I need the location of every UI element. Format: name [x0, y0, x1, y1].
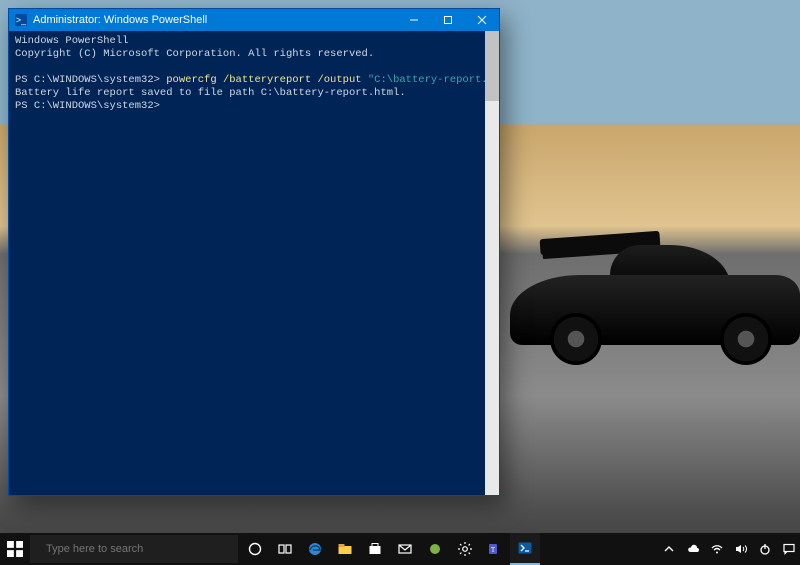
tray-chevron-icon[interactable]: [662, 542, 676, 556]
taskbar-search[interactable]: [30, 535, 238, 563]
store-button[interactable]: [360, 533, 390, 565]
maximize-button[interactable]: [431, 9, 465, 31]
terminal-line: Copyright (C) Microsoft Corporation. All…: [15, 48, 374, 60]
minimize-button[interactable]: [397, 9, 431, 31]
edge-button[interactable]: [300, 533, 330, 565]
terminal-command: powercfg /batteryreport /output: [166, 74, 368, 86]
terminal-line: Windows PowerShell: [15, 35, 128, 47]
wifi-icon[interactable]: [710, 542, 724, 556]
window-title: Administrator: Windows PowerShell: [33, 14, 207, 26]
search-input[interactable]: [46, 543, 230, 555]
teams-button[interactable]: T: [480, 533, 510, 565]
onedrive-icon[interactable]: [686, 542, 700, 556]
start-button[interactable]: [0, 533, 30, 565]
svg-text:T: T: [491, 546, 496, 554]
terminal-body[interactable]: Windows PowerShell Copyright (C) Microso…: [9, 31, 499, 495]
volume-icon[interactable]: [734, 542, 748, 556]
task-view-button[interactable]: [270, 533, 300, 565]
terminal-output: Battery life report saved to file path C…: [15, 87, 406, 99]
powershell-icon: >_: [15, 14, 27, 26]
mail-button[interactable]: [390, 533, 420, 565]
wallpaper-car: [470, 195, 800, 405]
terminal-prompt: PS C:\WINDOWS\system32>: [15, 74, 166, 86]
scrollbar-thumb[interactable]: [485, 31, 499, 101]
terminal-prompt: PS C:\WINDOWS\system32>: [15, 100, 160, 112]
settings-button[interactable]: [450, 533, 480, 565]
taskbar-pinned: T: [240, 533, 540, 565]
powershell-window[interactable]: >_ Administrator: Windows PowerShell Win…: [8, 8, 500, 496]
file-explorer-button[interactable]: [330, 533, 360, 565]
taskbar: T: [0, 533, 800, 565]
terminal-arg: "C:\battery-report.html": [368, 74, 499, 86]
scrollbar-track[interactable]: [485, 31, 499, 495]
power-icon[interactable]: [758, 542, 772, 556]
close-button[interactable]: [465, 9, 499, 31]
system-tray: [662, 542, 800, 556]
cortana-button[interactable]: [240, 533, 270, 565]
action-center-icon[interactable]: [782, 542, 796, 556]
desktop-wallpaper: >_ Administrator: Windows PowerShell Win…: [0, 0, 800, 565]
app-button[interactable]: [420, 533, 450, 565]
powershell-taskbar-button[interactable]: [510, 533, 540, 565]
windows-icon: [7, 541, 23, 557]
window-titlebar[interactable]: >_ Administrator: Windows PowerShell: [9, 9, 499, 31]
